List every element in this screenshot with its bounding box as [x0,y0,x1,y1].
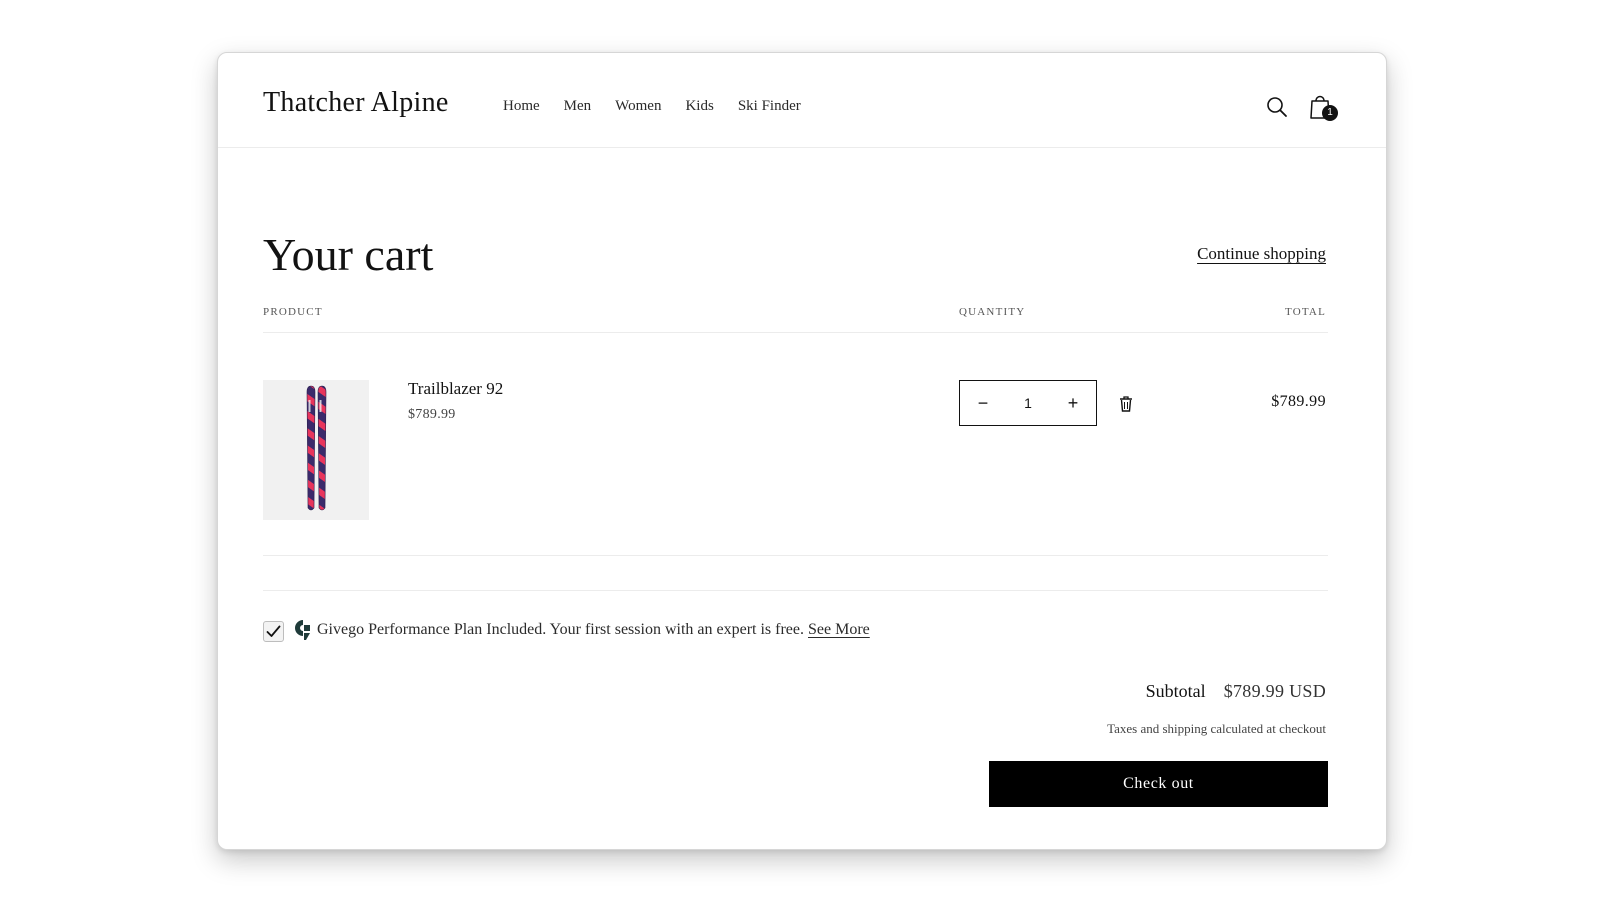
column-header-product: Product [263,306,323,318]
increase-quantity-button[interactable]: + [1050,381,1096,425]
column-header-quantity: Quantity [959,306,1026,318]
store-logo[interactable]: Thatcher Alpine [263,87,449,119]
header-divider [263,332,1328,333]
nav-home[interactable]: Home [503,98,540,115]
plan-checkbox[interactable] [263,621,284,642]
plan-divider [263,590,1328,591]
subtotal-row: Subtotal $789.99 USD [1146,681,1326,702]
product-unit-price: $789.99 [408,407,456,422]
continue-shopping-link[interactable]: Continue shopping [1197,244,1326,264]
taxes-note: Taxes and shipping calculated at checkou… [1107,721,1326,736]
cart-count-badge: 1 [1322,105,1338,121]
line-item-total: $789.99 [1271,393,1326,410]
subtotal-label: Subtotal [1145,681,1206,701]
main-nav: Home Men Women Kids Ski Finder [503,98,801,115]
trash-icon[interactable] [1118,395,1134,413]
quantity-input[interactable] [1006,381,1050,425]
checkmark-icon [266,625,281,637]
givego-logo-icon [294,619,311,641]
decrease-quantity-button[interactable]: − [960,381,1006,425]
nav-men[interactable]: Men [564,98,592,115]
browser-window: Thatcher Alpine Home Men Women Kids Ski … [217,52,1387,850]
column-header-total: Total [1285,306,1326,318]
subtotal-value: $789.99 USD [1223,681,1326,701]
nav-ski-finder[interactable]: Ski Finder [738,98,801,115]
quantity-stepper: − + [959,380,1097,426]
site-header: Thatcher Alpine Home Men Women Kids Ski … [218,53,1386,148]
checkout-button[interactable]: Check out [989,761,1328,807]
product-name[interactable]: Trailblazer 92 [408,379,503,399]
search-icon[interactable] [1265,95,1289,119]
items-divider [263,555,1328,556]
nav-women[interactable]: Women [615,98,661,115]
page-title: Your cart [263,229,434,280]
plan-description: Givego Performance Plan Included. Your f… [317,621,870,639]
see-more-link[interactable]: See More [808,621,870,638]
plan-text: Givego Performance Plan Included. Your f… [317,621,804,638]
nav-kids[interactable]: Kids [685,98,713,115]
product-image[interactable] [263,380,369,520]
